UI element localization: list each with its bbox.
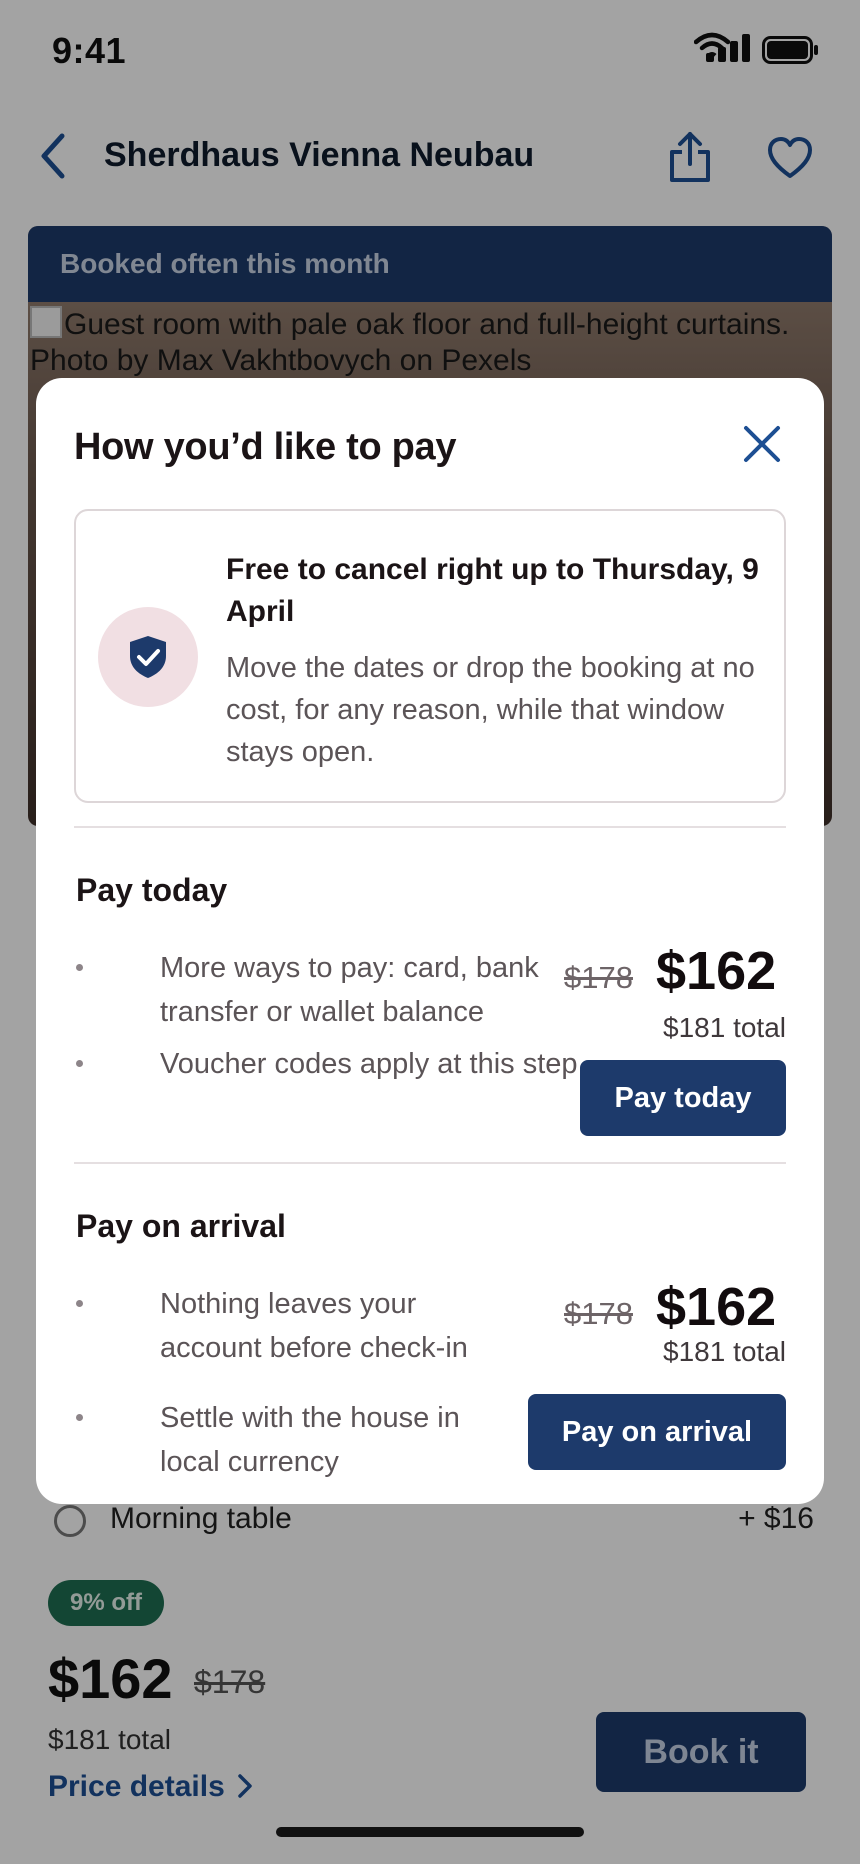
divider	[74, 826, 786, 828]
bullet-text: More ways to pay: card, bank transfer or…	[160, 952, 539, 1028]
cancellation-notice: Free to cancel right up to Thursday, 9 A…	[74, 509, 786, 803]
bullet-text: Voucher codes apply at this step	[160, 1048, 578, 1080]
close-icon[interactable]	[740, 422, 784, 466]
divider	[74, 1162, 786, 1164]
bullet-text: Nothing leaves your account before check…	[160, 1288, 468, 1364]
bullet-dot	[76, 964, 83, 971]
home-indicator	[276, 1827, 584, 1837]
pay-arrival-title: Pay on arrival	[76, 1208, 286, 1244]
pay-arrival-old-price: $178	[564, 1296, 633, 1331]
pay-today-total: $181 total	[663, 1012, 786, 1043]
pay-today-price: $162	[656, 941, 777, 1001]
dialog-title: How you’d like to pay	[74, 426, 457, 468]
pay-today-old-price: $178	[564, 960, 633, 995]
booking-page: 9:41 Sherdhaus Vienna Neubau Booked ofte…	[0, 0, 860, 1864]
pay-today-title: Pay today	[76, 872, 228, 908]
bullet-dot	[76, 1060, 83, 1067]
pay-arrival-button[interactable]: Pay on arrival	[528, 1394, 786, 1470]
pay-arrival-price: $162	[656, 1277, 777, 1337]
cancellation-body: Move the dates or drop the booking at no…	[226, 652, 755, 768]
cancellation-heading: Free to cancel right up to Thursday, 9 A…	[226, 553, 759, 628]
pay-arrival-total: $181 total	[663, 1336, 786, 1367]
bullet-dot	[76, 1414, 83, 1421]
shield-check-icon	[130, 636, 166, 678]
shield-badge	[98, 607, 198, 707]
bullet-dot	[76, 1300, 83, 1307]
pay-today-button[interactable]: Pay today	[580, 1060, 786, 1136]
payment-options-dialog: How you’d like to pay Free to cancel rig…	[36, 378, 824, 1504]
bullet-text: Settle with the house in local currency	[160, 1402, 460, 1478]
